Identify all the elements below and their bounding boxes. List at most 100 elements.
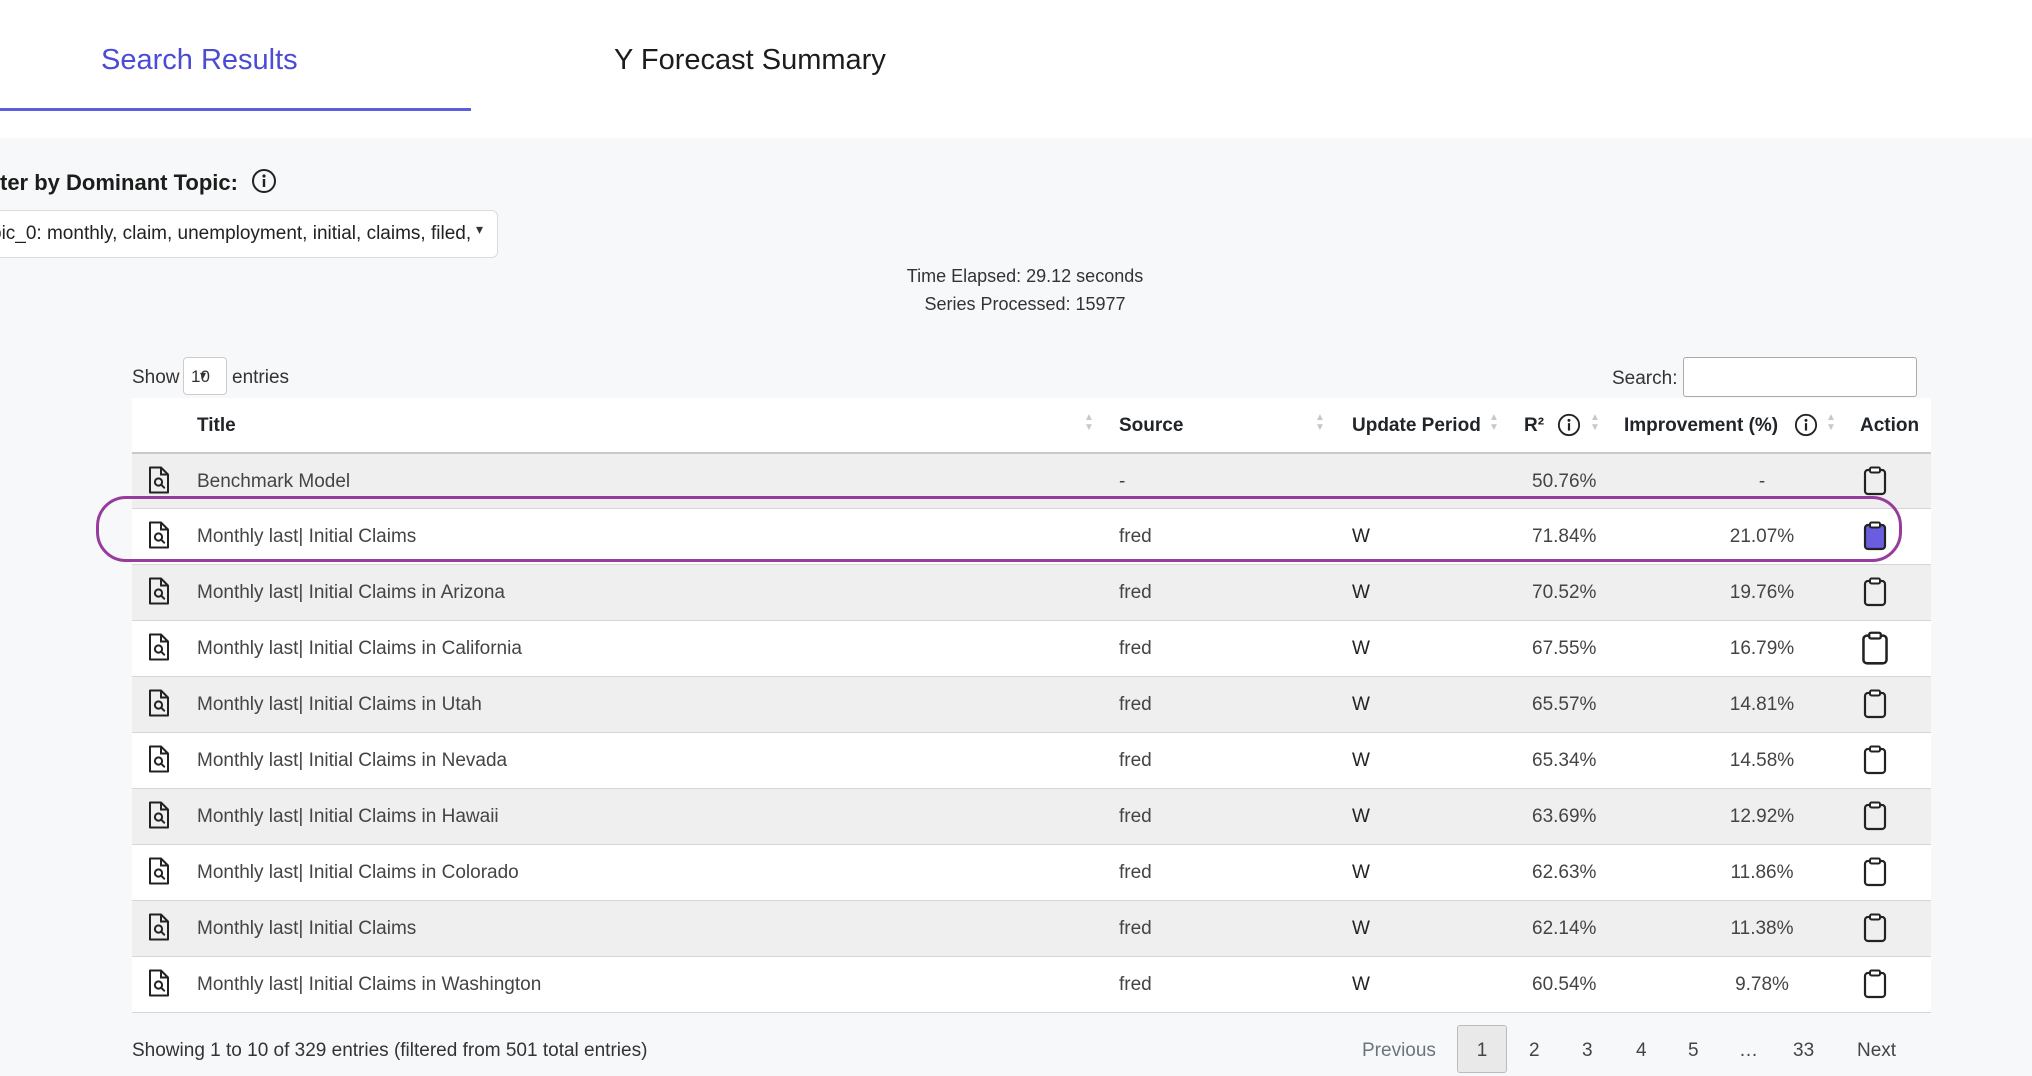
pagination-page[interactable]: 33 — [1793, 1040, 1814, 1062]
pagination-next[interactable]: Next — [1857, 1040, 1896, 1062]
clipboard-icon[interactable] — [1862, 466, 1888, 496]
document-search-icon[interactable] — [147, 689, 171, 717]
document-search-icon[interactable] — [147, 633, 171, 661]
table-row[interactable]: Monthly last| Initial Claims fred W 62.14% 1… — [132, 901, 1931, 957]
table-row[interactable]: Monthly last| Initial Claims in Colorado… — [132, 845, 1931, 901]
column-header-source[interactable]: Source — [1119, 415, 1183, 437]
cell-title: Monthly last| Initial Claims — [197, 918, 417, 939]
document-search-icon[interactable] — [147, 801, 171, 829]
column-header-r2[interactable]: R² — [1524, 415, 1544, 437]
column-header-title[interactable]: Title — [197, 415, 236, 437]
entries-per-page-select[interactable]: 10 ▾ — [183, 357, 227, 395]
cell-improvement: 9.78% — [1735, 974, 1789, 995]
info-icon[interactable] — [1557, 413, 1581, 437]
cell-improvement: 16.79% — [1729, 638, 1795, 659]
cell-title: Monthly last| Initial Claims in Washingt… — [197, 974, 542, 995]
cell-r2: 62.63% — [1532, 862, 1597, 883]
clipboard-icon[interactable] — [1862, 913, 1888, 943]
table-row[interactable]: Monthly last| Initial Claims in Hawaii fr… — [132, 789, 1931, 845]
cell-improvement: 14.81% — [1729, 694, 1795, 715]
cell-title: Monthly last| Initial Claims in Colorado — [197, 862, 519, 883]
sort-icon[interactable]: ▲ ▼ — [1489, 413, 1499, 433]
cell-title: Monthly last| Initial Claims — [197, 526, 417, 547]
search-label: Search: — [1612, 368, 1678, 389]
pagination-ellipsis: … — [1739, 1040, 1758, 1061]
cell-improvement: 11.86% — [1730, 862, 1794, 883]
column-header-improvement[interactable]: Improvement (%) — [1624, 415, 1778, 437]
table-row[interactable]: Monthly last| Initial Claims in Arizona f… — [132, 565, 1931, 621]
pagination-page[interactable]: 5 — [1688, 1040, 1699, 1062]
cell-source: fred — [1119, 638, 1152, 659]
tab-forecast-summary[interactable]: Y Forecast Summary — [614, 44, 886, 77]
column-header-update-period[interactable]: Update Period — [1352, 415, 1481, 437]
table-body: Benchmark Model - 50.76% - Monthly last| Ini… — [132, 454, 1931, 1013]
clipboard-icon[interactable] — [1862, 689, 1888, 719]
chevron-down-icon: ▾ — [475, 221, 483, 237]
pagination-page[interactable]: 4 — [1636, 1040, 1647, 1062]
show-label: Show — [132, 367, 180, 388]
pagination-page[interactable]: 2 — [1529, 1040, 1540, 1062]
cell-source: fred — [1119, 918, 1152, 939]
cell-improvement: 12.92% — [1729, 806, 1795, 827]
document-search-icon[interactable] — [147, 521, 171, 549]
cell-update-period: W — [1352, 750, 1370, 771]
clipboard-icon[interactable] — [1862, 969, 1888, 999]
document-search-icon[interactable] — [147, 969, 171, 997]
clipboard-filled-icon[interactable] — [1862, 521, 1888, 551]
pagination-page[interactable]: 3 — [1582, 1040, 1593, 1062]
cell-r2: 70.52% — [1532, 582, 1597, 603]
pagination-page-current[interactable]: 1 — [1457, 1025, 1507, 1073]
cell-source: - — [1119, 471, 1126, 492]
tab-search-results[interactable]: Search Results — [101, 44, 298, 77]
column-header-action: Action — [1860, 415, 1920, 436]
clipboard-icon[interactable] — [1860, 631, 1890, 665]
cell-title: Benchmark Model — [197, 471, 351, 492]
cell-title: Monthly last| Initial Claims in Utah — [197, 694, 482, 715]
filter-label: ter by Dominant Topic: — [0, 170, 238, 195]
cell-title: Monthly last| Initial Claims in Nevada — [197, 750, 508, 771]
info-icon[interactable] — [1794, 413, 1818, 437]
cell-update-period: W — [1352, 694, 1370, 715]
topic-filter-select[interactable]: pic_0: monthly, claim, unemployment, ini… — [0, 210, 498, 258]
time-elapsed: Time Elapsed: 29.12 seconds — [906, 266, 1144, 286]
document-search-icon[interactable] — [147, 857, 171, 885]
cell-r2: 71.84% — [1532, 526, 1597, 547]
clipboard-icon[interactable] — [1862, 745, 1888, 775]
cell-improvement: 21.07% — [1729, 526, 1795, 547]
sort-icon[interactable]: ▲ ▼ — [1315, 413, 1325, 433]
cell-improvement: 14.58% — [1729, 750, 1795, 771]
active-tab-underline — [0, 108, 471, 111]
cell-source: fred — [1119, 862, 1152, 883]
document-search-icon[interactable] — [147, 913, 171, 941]
sort-icon[interactable]: ▲ ▼ — [1826, 413, 1836, 433]
cell-update-period: W — [1352, 806, 1370, 827]
clipboard-icon[interactable] — [1862, 857, 1888, 887]
cell-source: fred — [1119, 974, 1152, 995]
table-row[interactable]: Monthly last| Initial Claims in Nevada fr… — [132, 733, 1931, 789]
table-row[interactable]: Monthly last| Initial Claims in Californ… — [132, 621, 1931, 677]
benchmark-row[interactable]: Benchmark Model - 50.76% - — [132, 454, 1931, 509]
sort-icon[interactable]: ▲ ▼ — [1590, 413, 1600, 433]
cell-r2: 63.69% — [1532, 806, 1597, 827]
cell-source: fred — [1119, 582, 1152, 603]
cell-source: fred — [1119, 694, 1152, 715]
search-input[interactable] — [1683, 357, 1917, 397]
clipboard-icon[interactable] — [1862, 801, 1888, 831]
sort-icon[interactable]: ▲ ▼ — [1084, 413, 1094, 433]
cell-source: fred — [1119, 806, 1152, 827]
document-search-icon[interactable] — [147, 745, 171, 773]
info-icon[interactable] — [251, 168, 277, 194]
document-search-icon[interactable] — [147, 577, 171, 605]
chevron-down-icon: ▾ — [200, 368, 207, 382]
table-row[interactable]: Monthly last| Initial Claims in Utah fred… — [132, 677, 1931, 733]
cell-update-period: W — [1352, 862, 1370, 883]
cell-source: fred — [1119, 750, 1152, 771]
table-row[interactable]: Monthly last| Initial Claims in Washingt… — [132, 957, 1931, 1013]
table-row[interactable]: Monthly last| Initial Claims fred W 71.84% 2… — [132, 509, 1931, 565]
pagination-previous[interactable]: Previous — [1362, 1040, 1436, 1062]
table-header: Title ▲ ▼ Source ▲ ▼ Update Period ▲ ▼ R² ▲… — [132, 398, 1931, 454]
clipboard-icon[interactable] — [1862, 577, 1888, 607]
document-search-icon[interactable] — [147, 466, 171, 494]
cell-r2: 67.55% — [1532, 638, 1597, 659]
cell-title: Monthly last| Initial Claims in Hawaii — [197, 806, 499, 827]
